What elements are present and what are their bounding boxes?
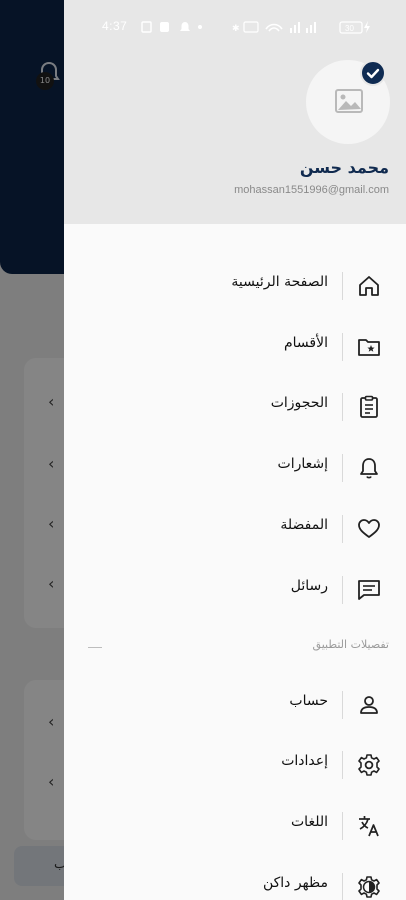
menu-divider (342, 333, 343, 361)
menu-divider (342, 576, 343, 604)
menu-divider (342, 454, 343, 482)
clipboard-list-icon (360, 395, 378, 418)
section-divider-line (88, 647, 102, 648)
gear-icon (358, 754, 380, 776)
user-email: mohassan1551996@gmail.com (234, 184, 389, 196)
menu-item-notifications[interactable]: إشعارات (64, 442, 406, 494)
bell-icon (360, 458, 378, 479)
menu-divider (342, 272, 343, 300)
navigation-drawer: محمد حسن mohassan1551996@gmail.com الصفح… (64, 0, 406, 900)
menu-item-label: إعدادات (281, 753, 328, 769)
user-name: محمد حسن (299, 158, 389, 177)
message-icon (358, 580, 380, 600)
menu-item-label: الأقسام (284, 335, 328, 351)
menu-divider (342, 691, 343, 719)
menu-item-favorites[interactable]: المفضلة (64, 503, 406, 555)
menu-item-label: إشعارات (277, 456, 328, 472)
notification-icons (141, 21, 202, 33)
menu-item-messages[interactable]: رسائل (64, 564, 406, 616)
menu-item-categories[interactable]: الأقسام (64, 321, 406, 373)
menu-item-label: اللغات (291, 814, 328, 830)
verified-check-icon (360, 60, 386, 86)
translate-icon (359, 816, 379, 837)
menu-item-dark-mode[interactable]: مظهر داكن (64, 861, 406, 900)
menu-item-account[interactable]: حساب (64, 679, 406, 731)
home-icon (359, 276, 379, 296)
menu-item-home[interactable]: الصفحة الرئيسية (64, 260, 406, 312)
menu-divider (342, 393, 343, 421)
menu-item-label: حساب (289, 693, 328, 709)
menu-item-settings[interactable]: إعدادات (64, 739, 406, 791)
menu-item-languages[interactable]: اللغات (64, 800, 406, 852)
dark-mode-icon (358, 876, 380, 898)
menu-item-label: المفضلة (280, 517, 328, 533)
menu-item-label: مظهر داكن (262, 875, 328, 891)
svg-text:✱: ✱ (232, 24, 240, 34)
menu-divider (342, 873, 343, 900)
folder-star-icon (358, 339, 380, 356)
status-bar: 4:37 ✱ 30 (64, 16, 406, 40)
user-icon (360, 696, 378, 714)
menu-item-label: رسائل (290, 578, 328, 594)
status-time: 4:37 (102, 19, 128, 33)
system-status-icons: ✱ 30 (232, 21, 370, 34)
menu-item-label: الصفحة الرئيسية (231, 274, 328, 290)
menu-divider (342, 812, 343, 840)
section-title: تفصيلات التطبيق (312, 638, 389, 651)
menu-item-bookings[interactable]: الحجوزات (64, 381, 406, 433)
menu-item-label: الحجوزات (270, 395, 328, 411)
menu-divider (342, 751, 343, 779)
heart-icon (358, 519, 380, 538)
battery-level: 30 (345, 24, 354, 33)
menu-divider (342, 515, 343, 543)
image-placeholder-icon (335, 89, 363, 113)
